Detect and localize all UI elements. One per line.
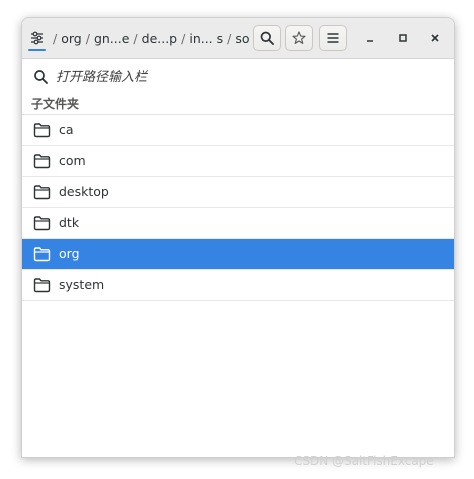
- bookmark-button[interactable]: [285, 25, 313, 51]
- list-item[interactable]: desktop: [22, 177, 454, 208]
- location-toggle-button[interactable]: [27, 25, 47, 51]
- breadcrumb-item-desktop[interactable]: de...p: [142, 31, 177, 46]
- folder-name: com: [59, 153, 86, 168]
- folder-name: desktop: [59, 184, 109, 199]
- list-item[interactable]: com: [22, 146, 454, 177]
- close-button[interactable]: [425, 28, 445, 48]
- folder-icon: [33, 278, 51, 293]
- breadcrumb-item-gnome[interactable]: gn...e: [94, 31, 129, 46]
- star-outline-icon: [292, 31, 306, 44]
- location-entry-row: [22, 59, 454, 95]
- breadcrumb-item-org[interactable]: org: [61, 31, 82, 46]
- main-menu-button[interactable]: [319, 25, 347, 51]
- maximize-icon: [399, 34, 407, 42]
- search-icon: [33, 69, 49, 85]
- folder-icon: [33, 185, 51, 200]
- search-icon: [260, 31, 274, 45]
- path-separator: /: [181, 30, 186, 46]
- hamburger-menu-icon: [327, 33, 339, 43]
- folder-chooser-window: / org / gn...e / de...p / in... s / so..…: [21, 17, 455, 458]
- breadcrumb-item-interface[interactable]: in... s: [189, 31, 223, 46]
- folder-icon: [33, 247, 51, 262]
- breadcrumb-item-sounds[interactable]: so...s: [235, 31, 249, 46]
- list-item[interactable]: system: [22, 270, 454, 301]
- folder-icon: [33, 154, 51, 169]
- sliders-icon: [31, 31, 43, 45]
- maximize-button[interactable]: [393, 28, 413, 48]
- search-button[interactable]: [253, 25, 281, 51]
- minimize-button[interactable]: [360, 28, 380, 48]
- folder-icon: [33, 216, 51, 231]
- location-input[interactable]: [56, 65, 436, 89]
- close-icon: [431, 34, 439, 42]
- minimize-icon: [367, 40, 373, 42]
- breadcrumb: / org / gn...e / de...p / in... s / so..…: [49, 25, 249, 51]
- list-item[interactable]: dtk: [22, 208, 454, 239]
- watermark: CSDN @SaltFishExcape: [294, 454, 434, 468]
- folder-name: ca: [59, 122, 74, 137]
- folder-name: dtk: [59, 215, 80, 230]
- folder-list: ca com desktop dtk org system: [22, 115, 454, 301]
- folder-name: system: [59, 277, 105, 292]
- path-separator: /: [133, 30, 138, 46]
- folder-name: org: [59, 246, 80, 261]
- section-title: 子文件夹: [22, 95, 454, 115]
- list-item[interactable]: ca: [22, 115, 454, 146]
- list-item-selected[interactable]: org: [22, 239, 454, 270]
- path-separator: /: [53, 30, 58, 46]
- header-bar: / org / gn...e / de...p / in... s / so..…: [22, 18, 454, 59]
- path-separator: /: [227, 30, 232, 46]
- path-separator: /: [85, 30, 90, 46]
- folder-icon: [33, 123, 51, 138]
